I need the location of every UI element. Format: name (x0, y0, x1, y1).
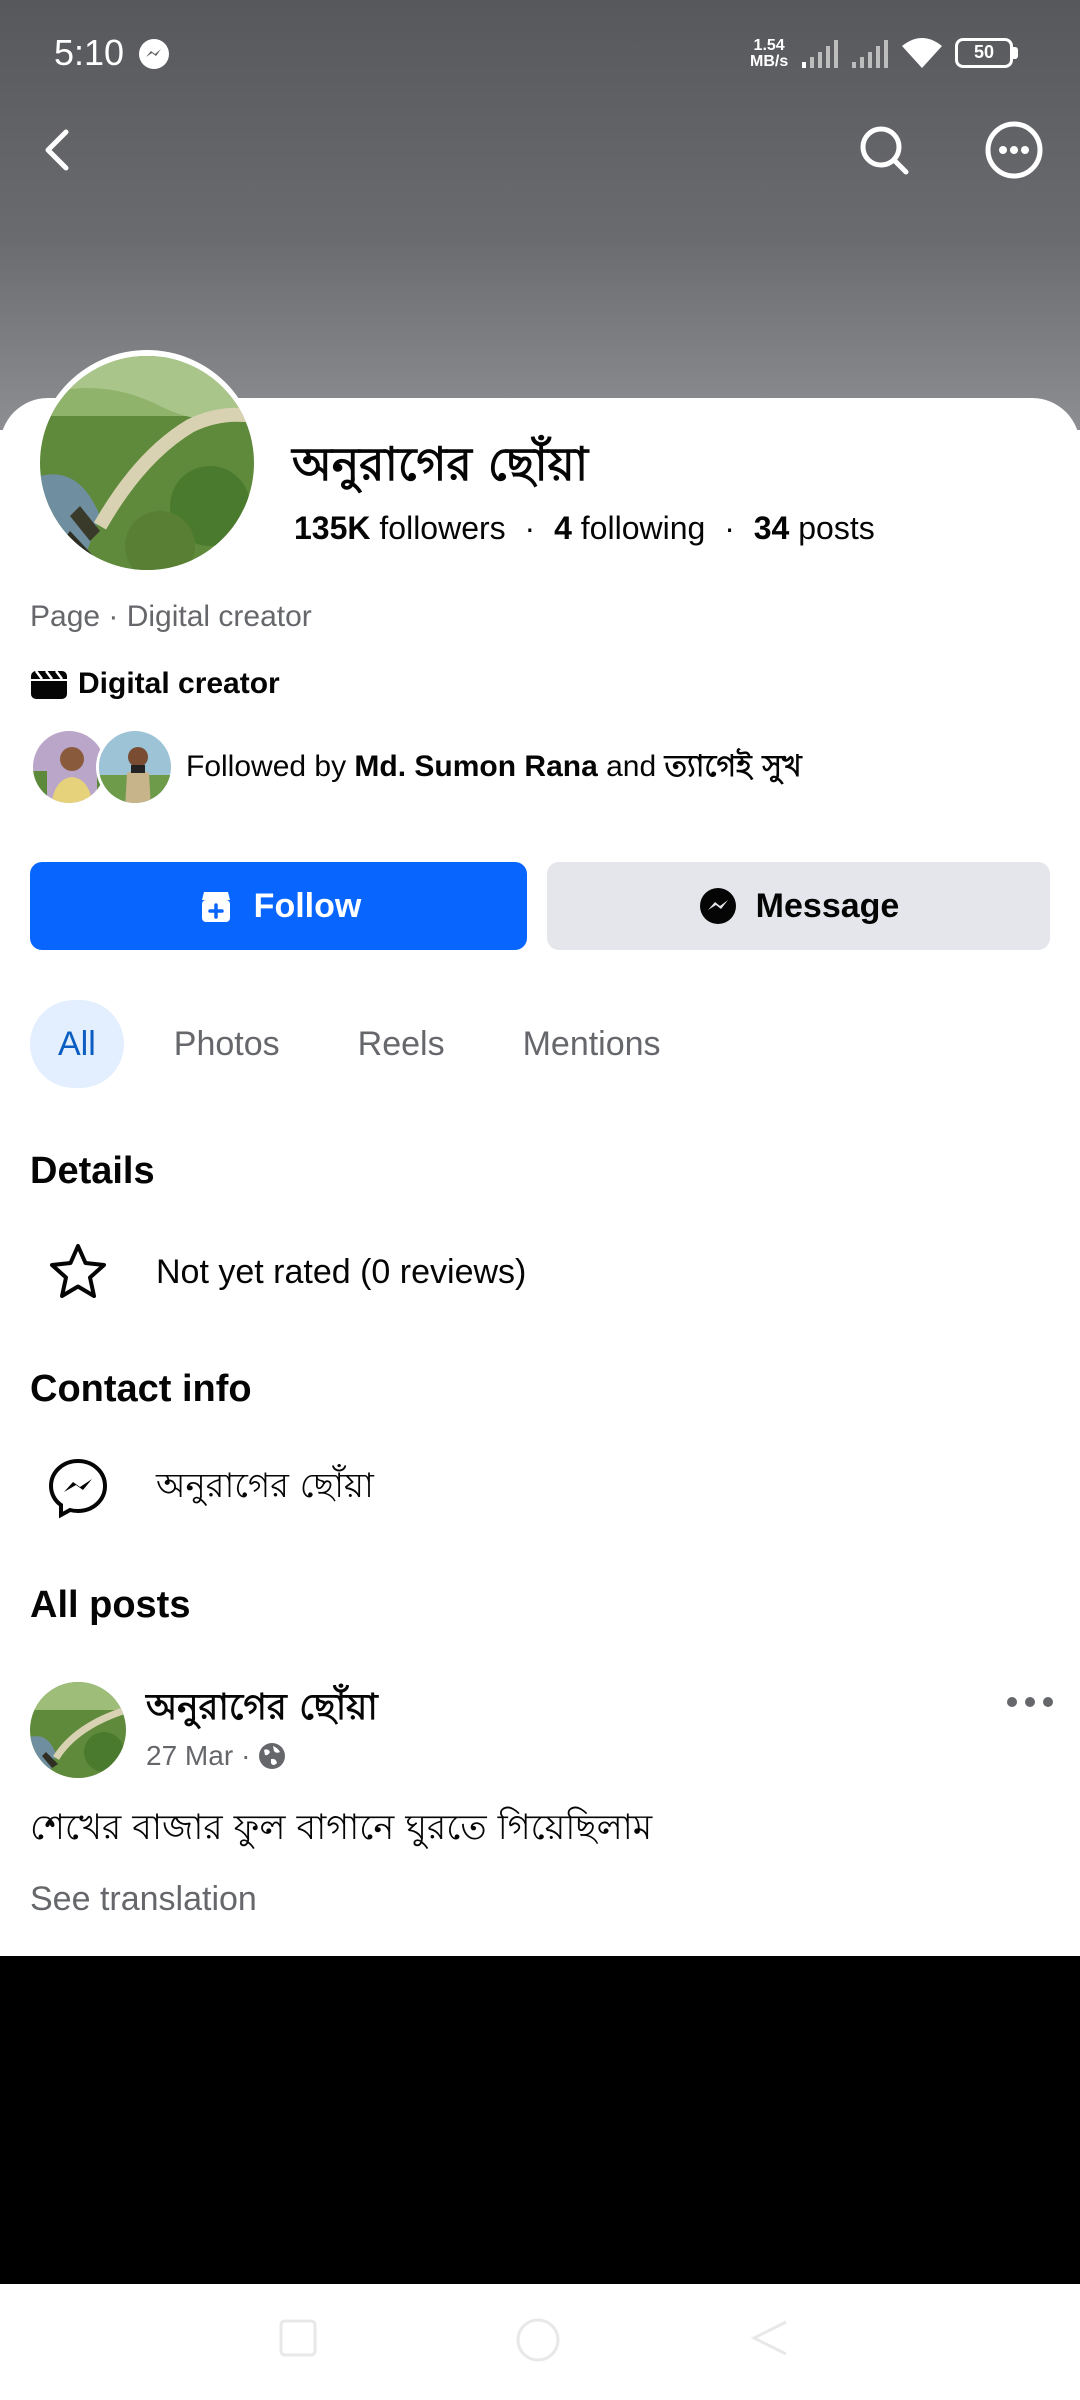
back-nav-icon[interactable] (750, 2318, 790, 2358)
post-media[interactable] (0, 1956, 1080, 2284)
message-button[interactable]: Message (547, 862, 1050, 950)
signal-icon (802, 40, 838, 68)
rating-row[interactable]: Not yet rated (0 reviews) (30, 1232, 526, 1312)
tab-reels[interactable]: Reels (330, 1000, 473, 1088)
post-meta: 27 Mar · (146, 1740, 286, 1772)
profile-tabs: All Photos Reels Mentions (30, 1000, 711, 1088)
profile-avatar[interactable] (40, 356, 254, 570)
rating-text: Not yet rated (0 reviews) (156, 1252, 527, 1291)
post-date[interactable]: 27 Mar (146, 1740, 233, 1772)
post-author-name[interactable]: অনুরাগের ছোঁয়া (146, 1680, 378, 1740)
creator-label: Digital creator (78, 667, 280, 700)
signal-icon (852, 40, 888, 68)
messenger-notification-icon (139, 39, 169, 69)
status-time: 5:10 (54, 32, 125, 73)
follow-page-icon (201, 892, 230, 922)
details-heading: Details (30, 1150, 155, 1192)
status-bar: 5:10 1.54 MB/s 50 (0, 0, 1080, 105)
page-title: অনুরাগের ছোঁয়া (292, 437, 589, 491)
system-nav-bar (0, 2284, 1080, 2400)
page-category: Page · Digital creator (30, 600, 312, 633)
creator-info-row: Digital creator (30, 664, 280, 704)
globe-icon (259, 1743, 286, 1769)
messenger-icon (699, 888, 736, 924)
clapperboard-icon (31, 670, 67, 699)
contact-info-heading: Contact info (30, 1368, 252, 1410)
wifi-icon (902, 38, 942, 68)
battery-icon: 50 (955, 38, 1019, 68)
tab-all[interactable]: All (30, 1000, 124, 1088)
post-more-options-icon[interactable] (1004, 1690, 1056, 1714)
network-speed: 1.54 MB/s (750, 37, 789, 70)
mutual-followers-row[interactable]: Followed by Md. Sumon Rana and ত্যাগেই স… (30, 726, 802, 808)
more-options-icon[interactable] (982, 118, 1046, 182)
all-posts-heading: All posts (30, 1584, 191, 1626)
search-icon[interactable] (852, 118, 916, 182)
back-arrow-icon[interactable] (26, 118, 90, 182)
messenger-contact-name: অনুরাগের ছোঁয়া (156, 1465, 374, 1506)
follow-button[interactable]: Follow (30, 862, 527, 950)
followed-by-text: Followed by Md. Sumon Rana and ত্যাগেই স… (186, 748, 802, 784)
star-icon (50, 1244, 106, 1298)
tab-photos[interactable]: Photos (146, 1000, 308, 1088)
recent-apps-icon[interactable] (278, 2318, 318, 2358)
see-translation-link[interactable]: See translation (30, 1880, 257, 1919)
profile-stats: 135K followers · 4 following · 34 posts (294, 510, 875, 546)
mutual-follower-avatar[interactable] (96, 728, 174, 806)
home-icon[interactable] (514, 2316, 562, 2364)
post-author-avatar[interactable] (30, 1682, 126, 1778)
messenger-contact-row[interactable]: অনুরাগের ছোঁয়া (30, 1448, 374, 1528)
messenger-icon (48, 1458, 108, 1519)
tab-mentions[interactable]: Mentions (495, 1000, 689, 1088)
post-text: শেখের বাজার ফুল বাগানে ঘুরতে গিয়েছিলাম (30, 1808, 653, 1848)
